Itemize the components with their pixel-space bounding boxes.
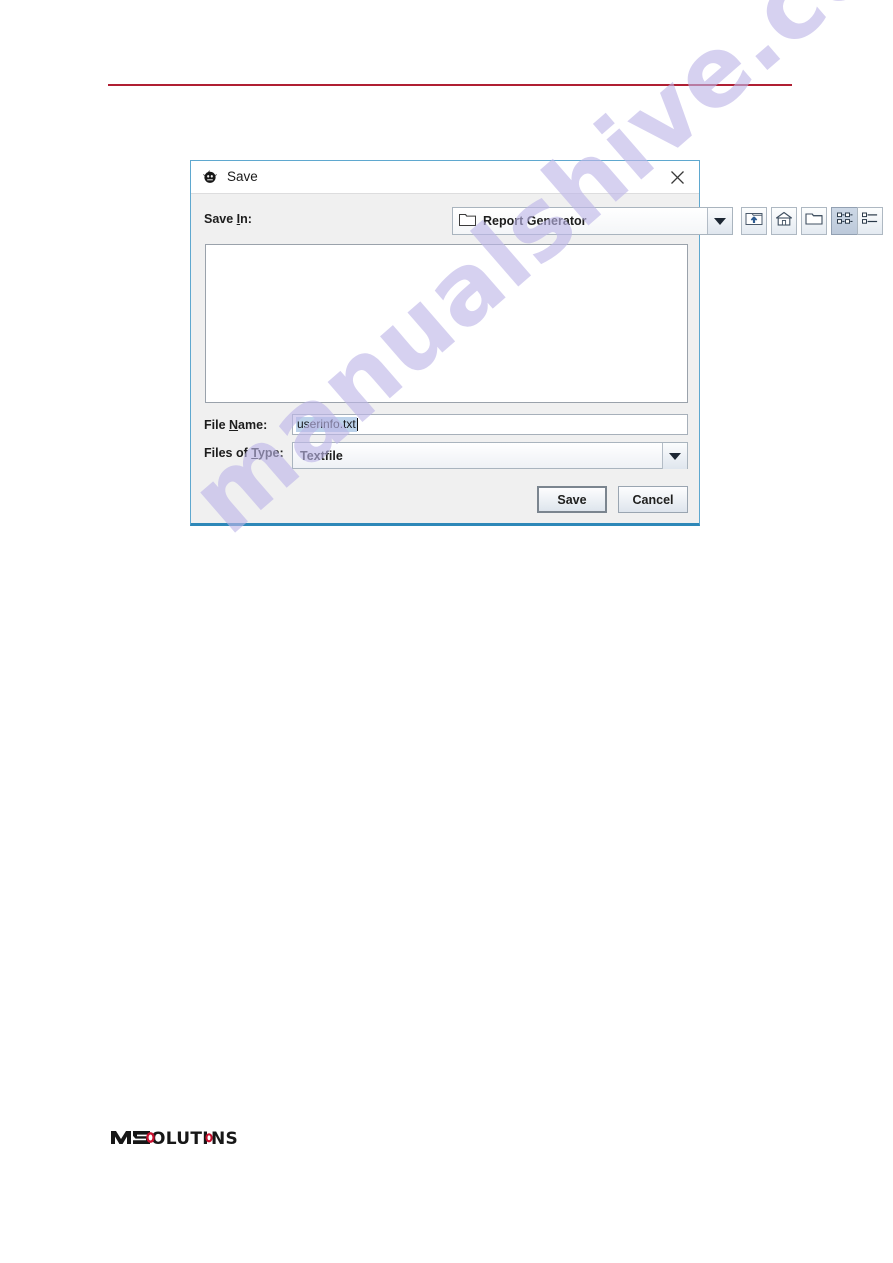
cancel-button[interactable]: Cancel	[618, 486, 688, 513]
save-in-row: Save In: Report Generator	[191, 207, 883, 235]
files-of-type-dropdown-button[interactable]	[662, 443, 687, 469]
svg-text:NS: NS	[211, 1129, 238, 1149]
file-name-row: File Name: userinfo.txt	[191, 414, 701, 436]
details-view-icon	[861, 211, 879, 231]
save-in-label: Save In:	[204, 212, 252, 226]
file-name-input[interactable]: userinfo.txt	[292, 414, 688, 435]
save-in-combo[interactable]: Report Generator	[452, 207, 733, 235]
folder-up-icon	[745, 211, 763, 231]
files-of-type-combo[interactable]: Textfile	[292, 442, 688, 469]
file-name-label: File Name:	[204, 418, 268, 432]
home-button[interactable]	[771, 207, 797, 235]
details-view-button[interactable]	[857, 207, 883, 235]
new-folder-icon	[805, 211, 823, 231]
svg-text:OLUTI: OLUTI	[151, 1129, 209, 1149]
company-logo: OLUTI NS	[110, 1122, 242, 1150]
list-view-button[interactable]	[831, 207, 857, 235]
files-of-type-label: Files of Type:	[204, 446, 284, 460]
close-icon[interactable]	[655, 161, 699, 193]
grid-view-icon	[836, 211, 854, 231]
save-button[interactable]: Save	[537, 486, 607, 513]
save-in-value: Report Generator	[483, 214, 587, 228]
dialog-titlebar: Save	[191, 161, 699, 194]
chevron-down-icon	[669, 452, 681, 460]
home-icon	[775, 211, 793, 232]
chevron-down-icon	[714, 217, 726, 225]
java-duke-icon	[202, 169, 218, 185]
file-list[interactable]	[205, 244, 688, 403]
up-one-level-button[interactable]	[741, 207, 767, 235]
file-name-value: userinfo.txt	[296, 416, 357, 433]
save-in-dropdown-button[interactable]	[707, 208, 732, 234]
dialog-title: Save	[227, 169, 258, 185]
dialog-button-bar: Save Cancel	[191, 486, 701, 516]
dialog-body: Save In: Report Generator File Name: use…	[191, 194, 883, 524]
files-of-type-row: Files of Type: Textfile	[191, 442, 701, 469]
page-header-rule	[108, 84, 792, 86]
folder-icon	[459, 212, 476, 231]
create-new-folder-button[interactable]	[801, 207, 827, 235]
text-caret	[356, 418, 358, 431]
save-dialog: Save Save In: Report Generator File Name…	[190, 160, 883, 526]
files-of-type-value: Textfile	[300, 448, 343, 463]
